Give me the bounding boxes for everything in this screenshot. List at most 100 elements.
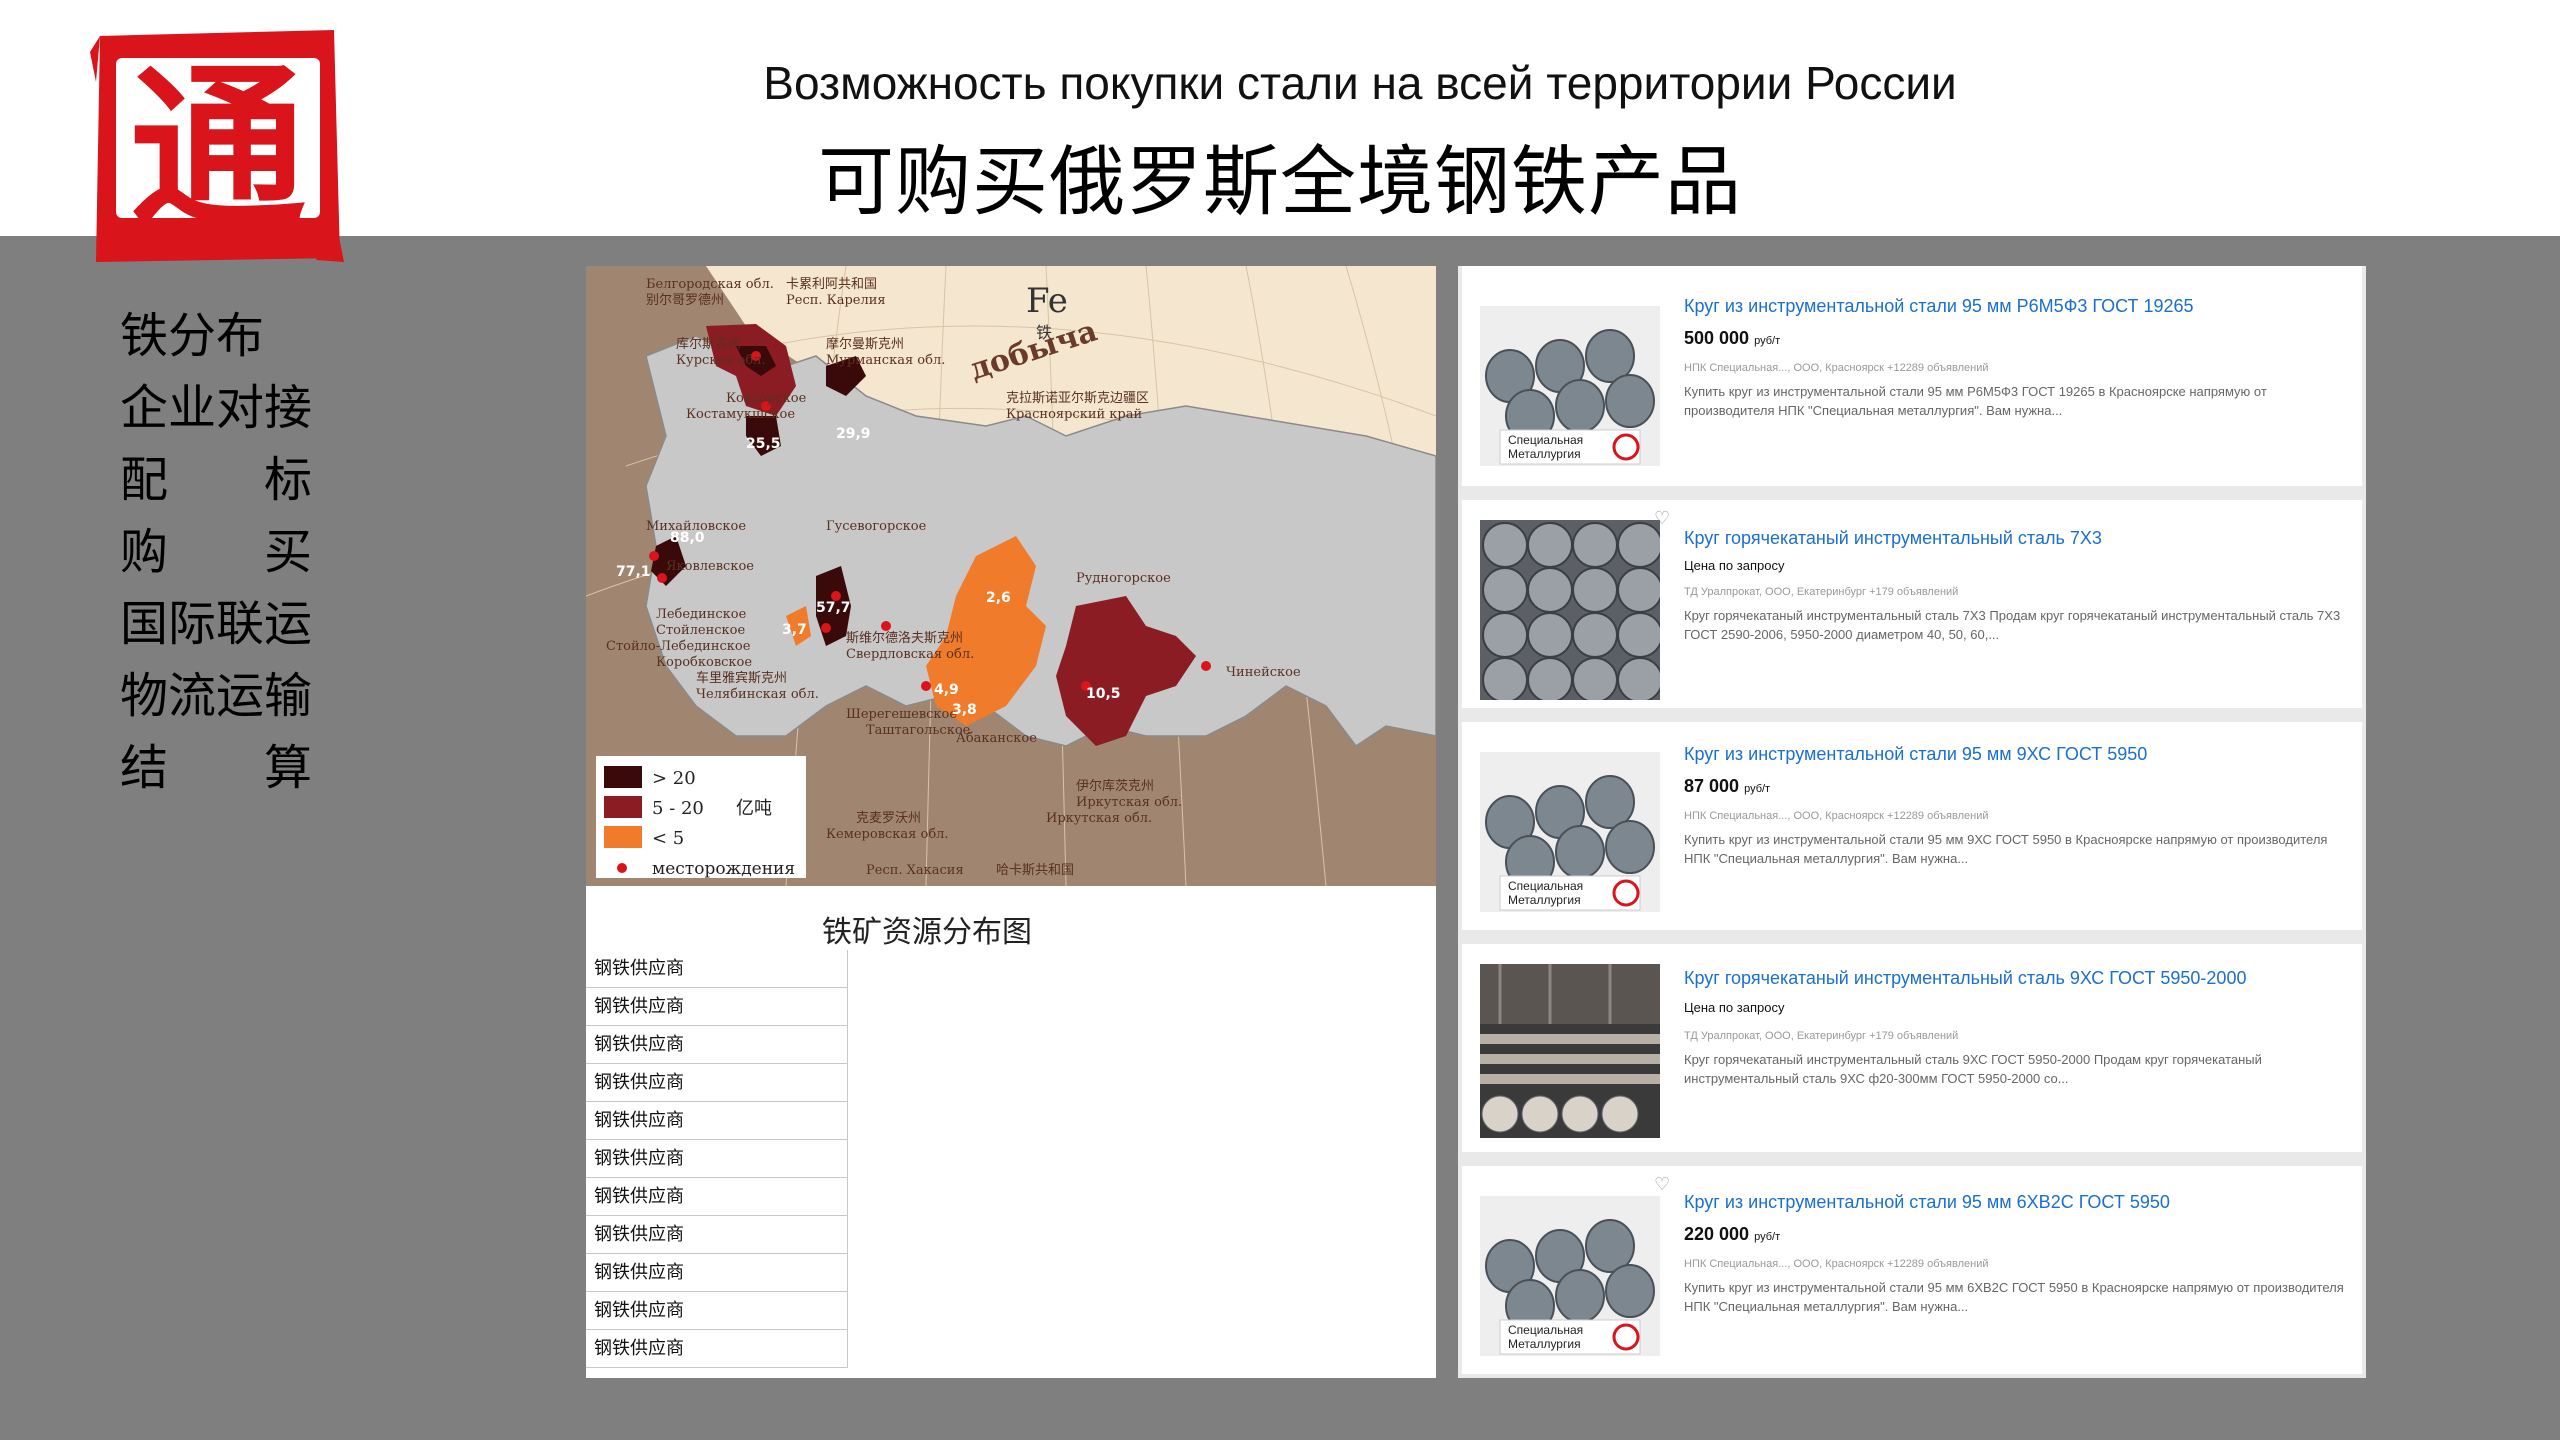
label-khakassia: Респ. Хакасия bbox=[866, 863, 964, 878]
value-krasnoyarsk: 2,6 bbox=[986, 590, 1011, 606]
listing-title[interactable]: Круг горячекатаный инструментальный стал… bbox=[1684, 968, 2246, 989]
listing-price: Цена по запросу bbox=[1684, 1000, 1785, 1015]
menu-item-matching-bids[interactable]: 配 标 bbox=[120, 444, 320, 516]
label-kemerovo-zh: 克麦罗沃州 bbox=[856, 811, 921, 826]
title-russian: Возможность покупки стали на всей террит… bbox=[763, 57, 1957, 109]
label-gusevogorskoe: Гусевогорское bbox=[826, 519, 927, 534]
label-murmansk-zh: 摩尔曼斯克州 bbox=[826, 336, 904, 352]
supplier-row[interactable]: 钢铁供应商 bbox=[586, 1178, 848, 1216]
legend-lt5: < 5 bbox=[652, 828, 684, 849]
value-mikhaylovskoe: 88,0 bbox=[670, 530, 705, 546]
listing-card[interactable]: Специальная Металлургия Круг из инструме… bbox=[1462, 266, 2362, 486]
side-menu: 铁分布 企业对接 配 标 购 买 国际联运 物流运输 结 算 bbox=[120, 300, 320, 804]
label-kursk-zh: 库尔斯克州 bbox=[676, 336, 741, 352]
seal-char: 通 bbox=[130, 45, 306, 252]
label-kemerovo: Кемеровская обл. bbox=[826, 827, 949, 842]
listing-description: Купить круг из инструментальной стали 95… bbox=[1684, 832, 2328, 866]
value-urals: 57,7 bbox=[816, 600, 851, 616]
label-yakovlevskoe: Яковлевское bbox=[666, 559, 754, 574]
label-khakassia-zh: 哈卡斯共和国 bbox=[996, 863, 1074, 878]
supplier-row[interactable]: 钢铁供应商 bbox=[586, 1064, 848, 1102]
supplier-row[interactable]: 钢铁供应商 bbox=[586, 1140, 848, 1178]
svg-text:Специальная: Специальная bbox=[1508, 879, 1583, 893]
listing-title[interactable]: Круг из инструментальной стали 95 мм 6ХВ… bbox=[1684, 1192, 2170, 1213]
supplier-row[interactable]: 钢铁供应商 bbox=[586, 1102, 848, 1140]
label-kursk: Курская обл. bbox=[676, 353, 766, 368]
listing-description: Купить круг из инструментальной стали 95… bbox=[1684, 384, 2267, 418]
steel-bars-image: Специальная Металлургия bbox=[1480, 306, 1660, 466]
label-krasnoyarsk-zh: 克拉斯诺亚尔斯克边疆区 bbox=[1006, 391, 1149, 406]
listing-price: 220 000 руб/т bbox=[1684, 1224, 1781, 1244]
listing-title[interactable]: Круг из инструментальной стали 95 мм 9ХС… bbox=[1684, 744, 2147, 765]
listings-panel: Специальная Металлургия Круг из инструме… bbox=[1458, 266, 2366, 1378]
value-irkutsk: 10,5 bbox=[1086, 686, 1121, 702]
label-korobkovskoe: Коробковское bbox=[656, 655, 752, 670]
label-stoylenskoe: Стойленское bbox=[656, 623, 745, 638]
listing-price: 500 000 руб/т bbox=[1684, 328, 1781, 348]
svg-text:Металлургия: Металлургия bbox=[1508, 1337, 1581, 1351]
value-kursk: 25,5 bbox=[746, 436, 781, 452]
supplier-row[interactable]: 钢铁供应商 bbox=[586, 1216, 848, 1254]
label-murmansk: Мурманская обл. bbox=[826, 353, 945, 368]
label-belgorod: Белгородская обл. bbox=[646, 277, 774, 292]
label-stoylo: Стойло-Лебединское bbox=[606, 639, 751, 654]
label-kostamukshskoe: Костамукшское bbox=[686, 407, 795, 422]
supplier-row[interactable]: 钢铁供应商 bbox=[586, 988, 848, 1026]
value-karelia: 29,9 bbox=[836, 426, 871, 442]
legend-5-20: 5 - 20 bbox=[652, 798, 704, 819]
favorite-heart-icon[interactable]: ♡ bbox=[1654, 1174, 1670, 1195]
label-abakan: Абаканское bbox=[956, 731, 1037, 746]
listing-seller[interactable]: ТД Уралпрокат, ООО, Екатеринбург +179 об… bbox=[1684, 1030, 1958, 1042]
listing-card[interactable]: ♡ Специальная Металлургия Круг из инстру… bbox=[1462, 1166, 2362, 1374]
warehouse-image bbox=[1480, 964, 1660, 1138]
svg-text:Специальная: Специальная bbox=[1508, 1323, 1583, 1337]
value-sheregesh: 4,9 bbox=[934, 682, 959, 698]
fe-label: Fe bbox=[1026, 281, 1068, 321]
map-panel: Белгородская обл. 别尔哥罗德州 卡累利阿共和国 Респ. К… bbox=[586, 266, 1436, 1378]
supplier-row[interactable]: 钢铁供应商 bbox=[586, 1026, 848, 1064]
menu-item-iron-distribution[interactable]: 铁分布 bbox=[120, 300, 320, 372]
menu-item-intermodal[interactable]: 国际联运 bbox=[120, 588, 320, 660]
menu-item-logistics[interactable]: 物流运输 bbox=[120, 660, 320, 732]
supplier-row[interactable]: 钢铁供应商 bbox=[586, 1254, 848, 1292]
label-irkutsk: Иркутская обл. bbox=[1076, 795, 1182, 810]
listing-seller[interactable]: НПК Специальная..., ООО, Красноярск +122… bbox=[1684, 810, 1988, 822]
listing-seller[interactable]: НПК Специальная..., ООО, Красноярск +122… bbox=[1684, 1258, 1988, 1270]
svg-text:Металлургия: Металлургия bbox=[1508, 893, 1581, 907]
supplier-row[interactable]: 钢铁供应商 bbox=[586, 1292, 848, 1330]
legend-gt20: > 20 bbox=[652, 768, 696, 789]
seal-logo: 通 bbox=[90, 30, 344, 262]
value-sverdlovsk: 3,7 bbox=[782, 622, 807, 638]
label-kovdorskoe: Ковдорское bbox=[726, 391, 807, 406]
label-sverdlovsk: Свердловская обл. bbox=[846, 647, 974, 662]
steel-bars-image bbox=[1480, 520, 1660, 700]
listing-card[interactable]: Специальная Металлургия Круг из инструме… bbox=[1462, 722, 2362, 930]
listing-seller[interactable]: ТД Уралпрокат, ООО, Екатеринбург +179 об… bbox=[1684, 586, 1958, 598]
menu-item-settlement[interactable]: 结 算 bbox=[120, 732, 320, 804]
supplier-row[interactable]: 钢铁供应商 bbox=[586, 950, 848, 988]
listing-card[interactable]: ♡ Круг горячекатаный инструментальный ст… bbox=[1462, 500, 2362, 708]
label-belgorod-zh: 别尔哥罗德州 bbox=[646, 293, 724, 308]
label-irkutsk-zh: 伊尔库茨克州 bbox=[1076, 778, 1154, 794]
listing-description: Круг горячекатаный инструментальный стал… bbox=[1684, 608, 2341, 642]
value-abakan: 3,8 bbox=[952, 702, 977, 718]
label-krasnoyarsk: Красноярский край bbox=[1006, 407, 1142, 422]
label-irkutsk-obl: Иркутская обл. bbox=[1046, 811, 1152, 826]
value-lebedinskoe: 77,1 bbox=[616, 564, 651, 580]
legend-deposits: месторождения bbox=[652, 859, 795, 879]
iron-ore-map: Белгородская обл. 别尔哥罗德州 卡累利阿共和国 Респ. К… bbox=[586, 266, 1436, 886]
listing-card[interactable]: Круг горячекатаный инструментальный стал… bbox=[1462, 944, 2362, 1152]
menu-item-enterprise-matching[interactable]: 企业对接 bbox=[120, 372, 320, 444]
menu-item-purchase[interactable]: 购 买 bbox=[120, 516, 320, 588]
label-karelia-zh: 卡累利阿共和国 bbox=[786, 277, 877, 292]
listing-description: Купить круг из инструментальной стали 95… bbox=[1684, 1280, 2344, 1314]
listing-seller[interactable]: НПК Специальная..., ООО, Красноярск +122… bbox=[1684, 362, 1988, 374]
label-rudnogorskoe: Рудногорское bbox=[1076, 571, 1171, 586]
supplier-row[interactable]: 钢铁供应商 bbox=[586, 1330, 848, 1368]
label-karelia: Респ. Карелия bbox=[786, 293, 886, 308]
label-chelyabinsk: Челябинская обл. bbox=[696, 687, 819, 702]
title-chinese: 可购买俄罗斯全境钢铁产品 bbox=[818, 137, 1742, 226]
listing-title[interactable]: Круг из инструментальной стали 95 мм Р6М… bbox=[1684, 296, 2194, 317]
label-tashtagol: Таштагольское bbox=[866, 723, 971, 738]
listing-title[interactable]: Круг горячекатаный инструментальный стал… bbox=[1684, 528, 2102, 549]
